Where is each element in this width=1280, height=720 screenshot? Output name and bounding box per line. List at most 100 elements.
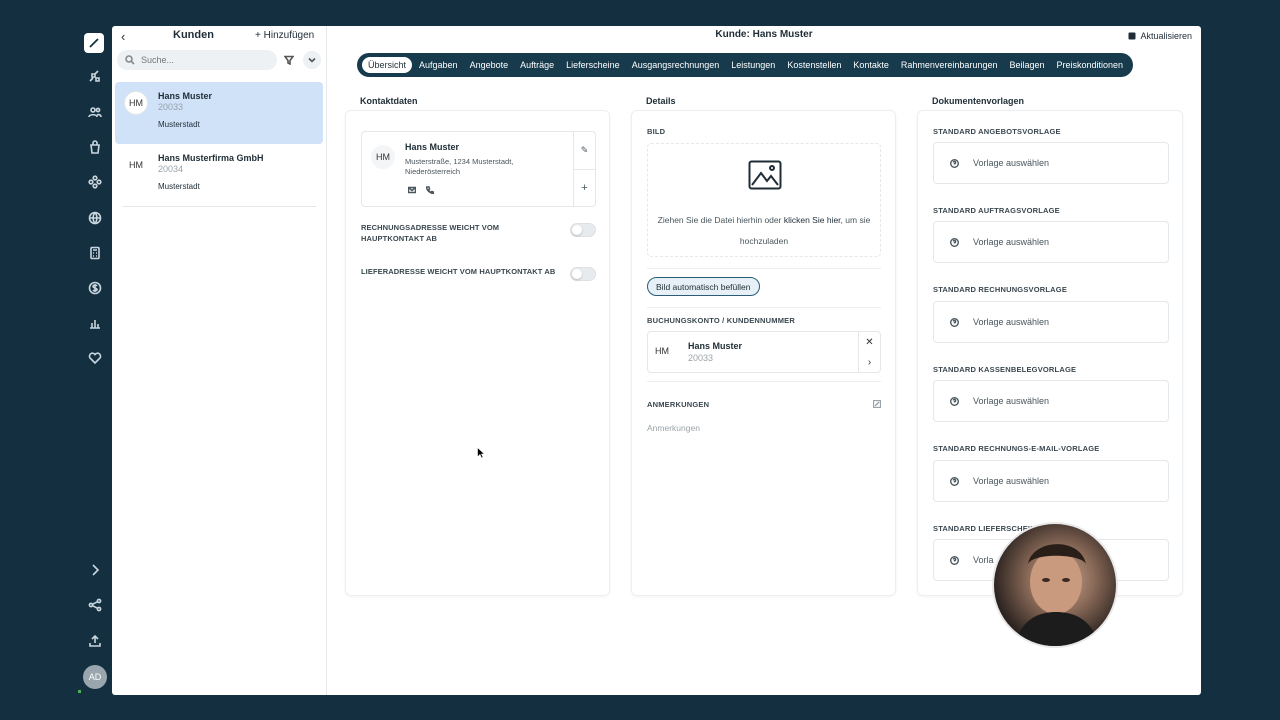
template-select[interactable]: Vorlage auswählen [933,301,1169,343]
tab-preiskonditionen[interactable]: Preiskonditionen [1051,57,1130,73]
users-icon[interactable] [86,103,104,121]
open-account-button[interactable]: › [859,352,880,372]
template-title: STANDARD ANGEBOTSVORLAGE [933,127,1061,136]
tab-lieferscheine[interactable]: Lieferscheine [560,57,626,73]
filter-button[interactable] [280,51,298,69]
details-card: BILD Ziehen Sie die Datei hierhin oder k… [631,110,896,596]
logo-icon[interactable] [84,33,104,53]
notes-field[interactable]: Anmerkungen [647,423,700,433]
template-title: STANDARD RECHNUNGSVORLAGE [933,285,1068,294]
network-icon[interactable] [86,173,104,191]
divider [122,206,316,207]
image-dropzone[interactable]: Ziehen Sie die Datei hierhin oder klicke… [647,143,881,257]
tab-aufgaben[interactable]: Aufgaben [413,57,464,73]
contact-address: Musterstraße, 1234 Musterstadt, Niederös… [405,157,514,176]
upload-link[interactable]: klicken Sie hier [784,215,841,225]
contact-section-title: Kontaktdaten [360,96,418,106]
back-button[interactable]: ‹ [121,29,125,44]
contact-actions: ✎ + [573,132,595,206]
template-title: STANDARD RECHNUNGS-E-MAIL-VORLAGE [933,444,1100,453]
template-select[interactable]: Vorlage auswählen [933,142,1169,184]
help-icon [950,237,959,247]
template-title: STANDARD AUFTRAGSVORLAGE [933,206,1060,215]
mouse-cursor-icon [477,447,485,459]
dropzone-text: Ziehen Sie die Datei hierhin oder klicke… [648,210,880,252]
refresh-button[interactable]: Aktualisieren [1128,31,1192,41]
customer-name: Hans Muster [158,91,213,101]
tab-leistungen[interactable]: Leistungen [725,57,781,73]
list-item[interactable]: HM Hans Musterfirma GmbH 20034 Mustersta… [115,144,323,206]
template-select-value: Vorlage auswählen [973,317,1050,327]
search-box[interactable] [117,50,277,70]
bar-chart-icon[interactable] [86,314,104,332]
help-icon [950,317,959,327]
billing-address-toggle[interactable] [570,223,596,237]
contact-icons [408,186,434,194]
mail-icon[interactable] [408,186,416,194]
plus-icon: + [581,182,588,194]
heart-icon[interactable] [86,349,104,367]
tab-kostenstellen[interactable]: Kostenstellen [781,57,847,73]
webcam-overlay [992,522,1118,648]
tab-rahmenvereinbarungen[interactable]: Rahmenvereinbarungen [895,57,1004,73]
expand-icon[interactable] [873,400,881,408]
shopping-bag-icon[interactable] [86,138,104,156]
template-select[interactable]: Vorlage auswählen [933,460,1169,502]
template-select[interactable]: Vorlage auswählen [933,380,1169,422]
tab-beilagen[interactable]: Beilagen [1003,57,1050,73]
edit-contact-button[interactable]: ✎ [574,132,595,169]
image-icon [748,160,782,190]
expand-sidebar-icon[interactable] [86,561,104,579]
customer-number: 20033 [158,102,184,112]
contact-name: Hans Muster [405,142,460,152]
customer-list-title: Kunden [173,29,214,41]
delivery-address-toggle[interactable] [570,267,596,281]
customer-list-header: ‹ Kunden + Hinzufügen [112,26,326,46]
avatar: HM [124,153,148,177]
help-icon [950,158,959,168]
add-customer-label: Hinzufügen [263,30,315,41]
tab-ausgangsrechnungen[interactable]: Ausgangsrechnungen [626,57,726,73]
sort-dropdown-button[interactable] [303,51,321,69]
template-select-value: Vorlage auswählen [973,396,1050,406]
tab-kontakte[interactable]: Kontakte [847,57,895,73]
customer-city: Musterstadt [158,120,200,129]
contact-card: HM Hans Muster Musterstraße, 1234 Muster… [345,110,610,596]
dropzone-text-before: Ziehen Sie die Datei hierhin oder [657,215,784,225]
auto-fill-image-button[interactable]: Bild automatisch befüllen [647,277,760,296]
tasks-icon[interactable] [86,68,104,86]
tab-ubersicht[interactable]: Übersicht [361,56,414,74]
account-selector[interactable]: HM Hans Muster 20033 ✕ › [647,331,881,373]
chevron-down-icon [308,57,316,63]
account-name: Hans Muster [688,341,743,351]
user-avatar[interactable]: AD [83,665,107,689]
customer-city: Musterstadt [158,182,200,191]
phone-icon[interactable] [426,186,434,194]
globe-icon[interactable] [86,209,104,227]
customer-name: Hans Musterfirma GmbH [158,153,264,163]
clear-account-button[interactable]: ✕ [859,332,880,352]
upload-icon[interactable] [86,632,104,650]
main-contact[interactable]: HM Hans Muster Musterstraße, 1234 Muster… [361,131,596,207]
tab-bar: Übersicht Aufgaben Angebote Aufträge Lie… [357,53,1134,77]
calculator-icon[interactable] [86,244,104,262]
billing-address-row: RECHNUNGSADRESSE WEICHT VOM HAUPTKONTAKT… [361,222,596,244]
divider [647,307,881,308]
search-input[interactable] [141,55,261,65]
help-icon [950,476,959,486]
list-item[interactable]: HM Hans Muster 20033 Musterstadt [115,82,323,144]
share-icon[interactable] [86,596,104,614]
chevron-right-icon: › [867,356,872,368]
add-customer-button[interactable]: + Hinzufügen [255,30,314,41]
tab-auftrage[interactable]: Aufträge [514,57,560,73]
avatar: HM [124,91,148,115]
divider [647,268,881,269]
tab-angebote[interactable]: Angebote [464,57,515,73]
billing-address-label: RECHNUNGSADRESSE WEICHT VOM HAUPTKONTAKT… [361,223,500,243]
template-select[interactable]: Vorlage auswählen [933,221,1169,263]
template-select-value: Vorlage auswählen [973,237,1050,247]
delivery-address-label: LIEFERADRESSE WEICHT VOM HAUPTKONTAKT AB [361,267,556,276]
add-contact-button[interactable]: + [574,169,595,206]
refresh-label: Aktualisieren [1140,31,1192,41]
dollar-icon[interactable] [86,279,104,297]
